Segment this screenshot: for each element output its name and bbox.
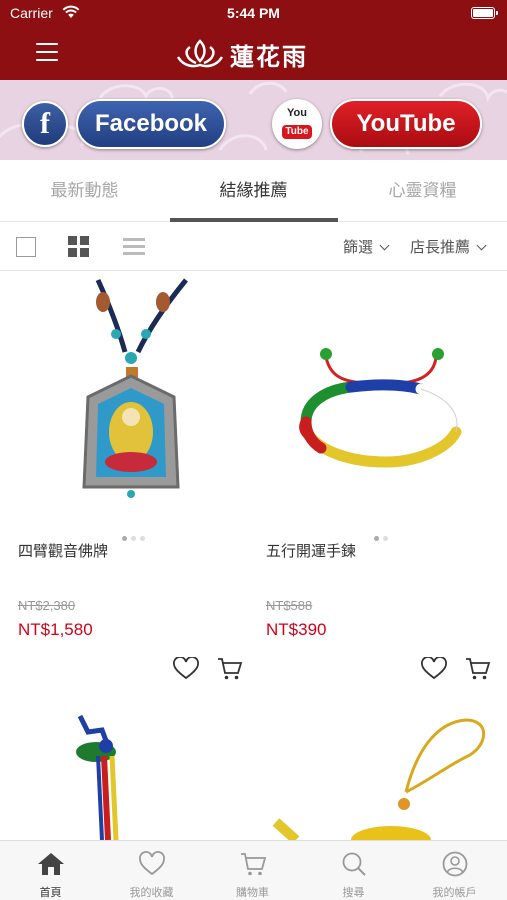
select-all-checkbox[interactable] (16, 237, 36, 257)
social-banner: f Facebook You Tube YouTube (0, 80, 507, 160)
nav-bar: 蓮花雨 (0, 28, 507, 80)
list-view-icon[interactable] (123, 236, 145, 258)
tabbar-label: 購物車 (236, 886, 269, 899)
tabbar-item-favorites[interactable]: 我的收藏 (101, 841, 202, 900)
filter-label: 篩選 (343, 238, 374, 256)
user-icon (442, 851, 468, 877)
product-original-price: NT$2,380 (18, 598, 76, 613)
active-tab-indicator (170, 218, 338, 222)
product-name[interactable]: 五行開運手鍊 (266, 540, 356, 561)
tabbar-label: 我的收藏 (129, 886, 174, 899)
heart-icon[interactable] (173, 657, 199, 681)
cart-icon[interactable] (217, 657, 243, 681)
chevron-down-icon (379, 240, 390, 251)
filter-dropdown[interactable]: 篩選 (343, 236, 390, 257)
heart-icon (139, 851, 165, 876)
product-image[interactable] (18, 272, 248, 517)
brand-name: 蓮花雨 (230, 41, 308, 71)
category-tabs: 最新動態 結緣推薦 心靈資糧 (0, 160, 507, 222)
tabbar-label: 搜尋 (342, 886, 365, 899)
home-icon (38, 853, 64, 875)
product-card[interactable]: 五行開運手鍊 NT$588 NT$390 (266, 272, 496, 692)
status-time: 5:44 PM (227, 5, 280, 21)
facebook-icon[interactable]: f (22, 101, 68, 147)
product-image[interactable] (266, 272, 496, 517)
tabbar-item-cart[interactable]: 購物車 (202, 841, 303, 900)
lotus-logo-icon (176, 39, 224, 68)
tab-recommended[interactable]: 結緣推薦 (169, 160, 338, 222)
hamburger-icon[interactable] (36, 43, 58, 63)
tabbar-item-search[interactable]: 搜尋 (303, 841, 404, 900)
tab-spiritual-resources[interactable]: 心靈資糧 (338, 160, 507, 222)
product-name[interactable]: 四臂觀音佛牌 (18, 540, 108, 561)
grid-view-icon[interactable] (68, 236, 90, 258)
youtube-icon-you: You (287, 107, 307, 119)
cart-icon[interactable] (465, 657, 491, 681)
tabbar-label: 首頁 (39, 886, 62, 899)
brand-logo: 蓮花雨 (176, 34, 308, 74)
product-card[interactable]: 四臂觀音佛牌 NT$2,380 NT$1,580 (18, 272, 248, 692)
tabbar-item-home[interactable]: 首頁 (0, 841, 101, 900)
search-icon (342, 852, 366, 876)
tabbar-label: 我的帳戶 (432, 886, 477, 899)
bottom-tab-bar: 首頁 我的收藏 購物車 搜尋 我的帳戶 (0, 840, 507, 900)
heart-icon[interactable] (421, 657, 447, 681)
sort-dropdown[interactable]: 店長推薦 (410, 236, 487, 257)
sort-label: 店長推薦 (410, 238, 471, 256)
status-bar: Carrier 5:44 PM (0, 0, 507, 28)
product-image[interactable] (266, 712, 496, 840)
tab-latest-news[interactable]: 最新動態 (0, 160, 169, 222)
product-image[interactable] (18, 712, 248, 840)
filter-bar: 篩選 店長推薦 (0, 223, 507, 271)
product-original-price: NT$588 (266, 598, 313, 613)
facebook-button[interactable]: Facebook (76, 99, 226, 149)
youtube-button[interactable]: YouTube (330, 99, 482, 149)
youtube-icon-tube: Tube (282, 125, 312, 139)
cart-icon (241, 853, 267, 876)
product-price: NT$390 (266, 620, 327, 639)
chevron-down-icon (476, 240, 487, 251)
product-price: NT$1,580 (18, 620, 93, 639)
battery-icon (471, 7, 498, 19)
tabbar-item-account[interactable]: 我的帳戶 (404, 841, 505, 900)
youtube-icon[interactable]: You Tube (272, 99, 322, 149)
